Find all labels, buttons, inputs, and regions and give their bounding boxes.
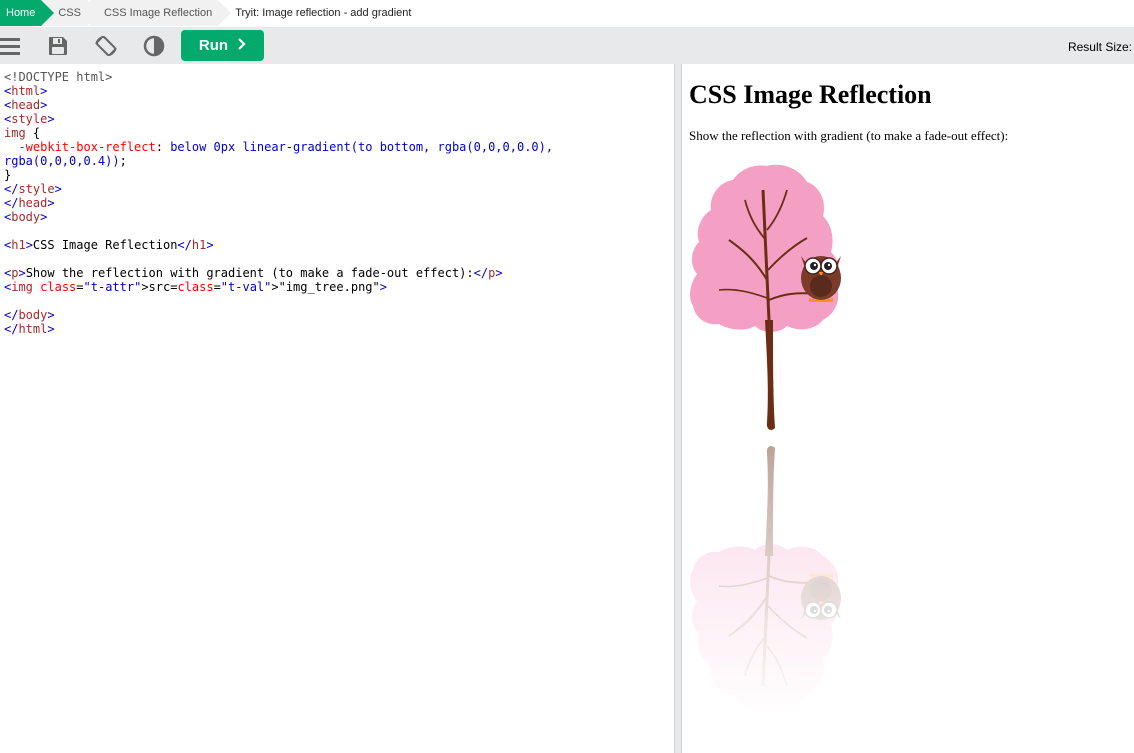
- menu-icon[interactable]: [0, 34, 22, 58]
- result-frame: CSS Image Reflection Show the reflection…: [682, 64, 1134, 753]
- chevron-right-icon: [238, 37, 246, 54]
- code-line[interactable]: </head>: [4, 196, 674, 210]
- code-line[interactable]: img {: [4, 126, 674, 140]
- save-icon[interactable]: [46, 34, 70, 58]
- code-line[interactable]: </html>: [4, 322, 674, 336]
- run-button[interactable]: Run: [181, 30, 264, 61]
- code-line[interactable]: <img class="t-attr">src=class="t-val">"i…: [4, 280, 674, 294]
- breadcrumb: Home CSS CSS Image Reflection Tryit: Ima…: [0, 0, 1134, 26]
- tree-image-with-reflection: [689, 163, 849, 722]
- code-line[interactable]: [4, 294, 674, 308]
- code-line[interactable]: <head>: [4, 98, 674, 112]
- breadcrumb-current: Tryit: Image reflection - add gradient: [235, 7, 412, 19]
- breadcrumb-home[interactable]: Home: [0, 0, 55, 26]
- code-line[interactable]: <p>Show the reflection with gradient (to…: [4, 266, 674, 280]
- pane-resizer[interactable]: [674, 64, 682, 753]
- code-line[interactable]: <html>: [4, 84, 674, 98]
- breadcrumb-css-image-reflection[interactable]: CSS Image Reflection: [89, 0, 232, 26]
- code-line[interactable]: -webkit-box-reflect: below 0px linear-gr…: [4, 140, 674, 154]
- code-line[interactable]: </body>: [4, 308, 674, 322]
- result-size-label: Result Size:: [1067, 40, 1132, 54]
- code-line[interactable]: <h1>CSS Image Reflection</h1>: [4, 238, 674, 252]
- code-editor[interactable]: <!DOCTYPE html> <html> <head> <style> img { …: [0, 64, 674, 753]
- result-heading: CSS Image Reflection: [689, 80, 932, 109]
- code-line[interactable]: </style>: [4, 182, 674, 196]
- code-line[interactable]: [4, 224, 674, 238]
- code-line[interactable]: rgba(0,0,0,0.4));: [4, 154, 674, 168]
- code-line[interactable]: }: [4, 168, 674, 182]
- result-paragraph: Show the reflection with gradient (to ma…: [689, 128, 1009, 143]
- code-line[interactable]: <!DOCTYPE html>: [4, 70, 674, 84]
- code-line[interactable]: <style>: [4, 112, 674, 126]
- code-line[interactable]: <body>: [4, 210, 674, 224]
- toolbar: Run Result Size:: [0, 27, 1134, 64]
- run-label: Run: [198, 37, 229, 54]
- contrast-icon[interactable]: [142, 34, 166, 58]
- code-text[interactable]: <!DOCTYPE html> <html> <head> <style> img { …: [0, 64, 674, 336]
- code-line[interactable]: [4, 252, 674, 266]
- rotate-icon[interactable]: [94, 34, 118, 58]
